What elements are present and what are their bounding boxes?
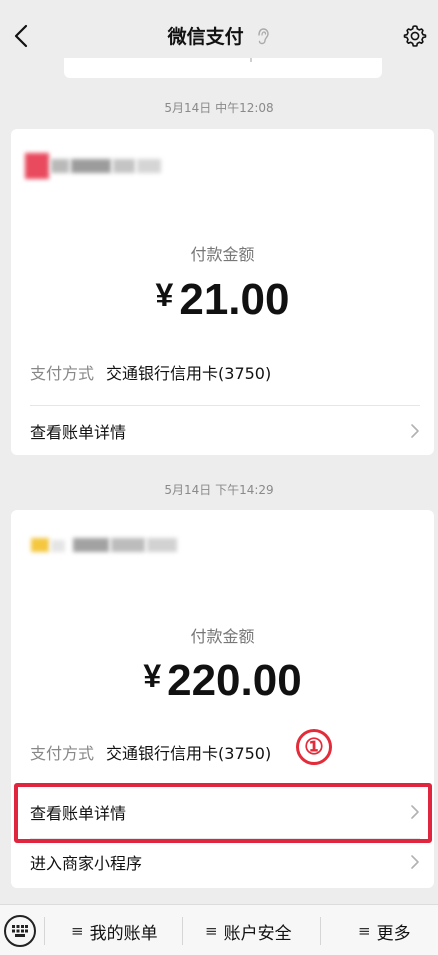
transaction-card: 付款金额 ¥21.00 支付方式 交通银行信用卡(3750) 查看账单详情 xyxy=(11,129,434,455)
menu-label: 更多 xyxy=(376,923,411,944)
payment-method-row: 支付方式 交通银行信用卡(3750) xyxy=(30,360,415,384)
payment-amount: ¥220.00 xyxy=(11,656,434,706)
page-title: 微信支付 xyxy=(167,26,244,48)
amount-label: 付款金额 xyxy=(190,627,255,646)
payment-method-value: 交通银行信用卡(3750) xyxy=(106,364,272,383)
step-number-annotation: ① xyxy=(296,729,332,765)
menu-account-security[interactable]: ≡ 账户安全 xyxy=(205,917,292,945)
menu-label: 账户安全 xyxy=(223,923,292,944)
menu-icon: ≡ xyxy=(71,922,84,940)
transaction-timestamp: 5月14日 中午12:08 xyxy=(164,101,274,115)
bar-separator xyxy=(320,917,321,945)
payment-method-label: 支付方式 xyxy=(30,364,95,383)
payment-method-value: 交通银行信用卡(3750) xyxy=(106,744,272,763)
mini-program-link[interactable]: 进入商家小程序 xyxy=(30,837,420,887)
menu-label: 我的账单 xyxy=(89,923,158,944)
bottom-menu-bar: ≡ 我的账单 ≡ 账户安全 ≡ 更多 xyxy=(0,904,438,955)
currency-symbol: ¥ xyxy=(155,277,174,313)
keyboard-icon xyxy=(12,925,28,937)
menu-more[interactable]: ≡ 更多 xyxy=(358,917,411,945)
menu-icon: ≡ xyxy=(358,922,371,940)
mini-program-label: 进入商家小程序 xyxy=(30,854,143,873)
chevron-right-icon xyxy=(411,424,419,438)
bill-detail-link[interactable]: 查看账单详情 xyxy=(30,406,420,456)
amount-label: 付款金额 xyxy=(190,245,255,264)
ear-icon[interactable] xyxy=(256,27,270,45)
keyboard-toggle-button[interactable] xyxy=(4,915,36,947)
amount-value: 21.00 xyxy=(179,275,290,324)
payment-amount: ¥21.00 xyxy=(11,275,434,325)
menu-icon: ≡ xyxy=(205,922,218,940)
transaction-timestamp: 5月14日 下午14:29 xyxy=(164,483,274,497)
bar-separator xyxy=(182,917,183,945)
chevron-right-icon xyxy=(411,855,419,869)
bill-detail-label: 查看账单详情 xyxy=(30,423,127,442)
payment-method-label: 支付方式 xyxy=(30,744,95,763)
stub-mark xyxy=(250,58,252,62)
settings-button[interactable] xyxy=(400,20,430,52)
amount-value: 220.00 xyxy=(167,656,302,705)
payment-method-row: 支付方式 交通银行信用卡(3750) xyxy=(30,740,415,764)
bar-separator xyxy=(44,917,45,945)
highlight-annotation-box xyxy=(14,783,432,843)
gear-icon xyxy=(403,25,427,47)
currency-symbol: ¥ xyxy=(143,658,162,694)
menu-my-bills[interactable]: ≡ 我的账单 xyxy=(71,917,158,945)
previous-card-stub xyxy=(64,58,382,78)
page-title-wrap: 微信支付 xyxy=(0,22,438,49)
